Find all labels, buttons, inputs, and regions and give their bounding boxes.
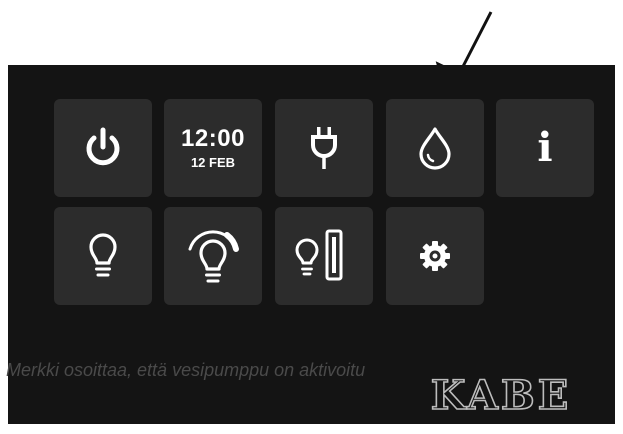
clock-time: 12:00 <box>181 124 245 152</box>
light-tile[interactable] <box>54 207 152 305</box>
svg-text:KABE: KABE <box>431 372 571 415</box>
dimmer-light-tile[interactable] <box>164 207 262 305</box>
info-tile[interactable]: i <box>496 99 594 197</box>
bulb-slider-icon <box>295 229 343 281</box>
clock-date: 12 FEB <box>190 154 236 170</box>
dimmer-bulb-icon <box>188 230 239 283</box>
bulb-icon <box>89 233 117 277</box>
water-drop-icon <box>419 127 451 170</box>
clock-tile[interactable]: 12:00 12 FEB <box>164 99 262 197</box>
info-icon: i <box>537 124 553 171</box>
light-slider-tile[interactable] <box>275 207 373 305</box>
gear-icon <box>420 241 450 271</box>
settings-tile[interactable] <box>386 207 484 305</box>
power-icon <box>86 127 120 166</box>
caption-text: Merkki osoittaa, että vesipumppu on akti… <box>6 360 366 380</box>
power-plug-tile[interactable] <box>275 99 373 197</box>
kabe-logo: KABE <box>430 371 571 415</box>
plug-icon <box>311 127 337 169</box>
water-pump-tile[interactable] <box>386 99 484 197</box>
power-tile[interactable] <box>54 99 152 197</box>
